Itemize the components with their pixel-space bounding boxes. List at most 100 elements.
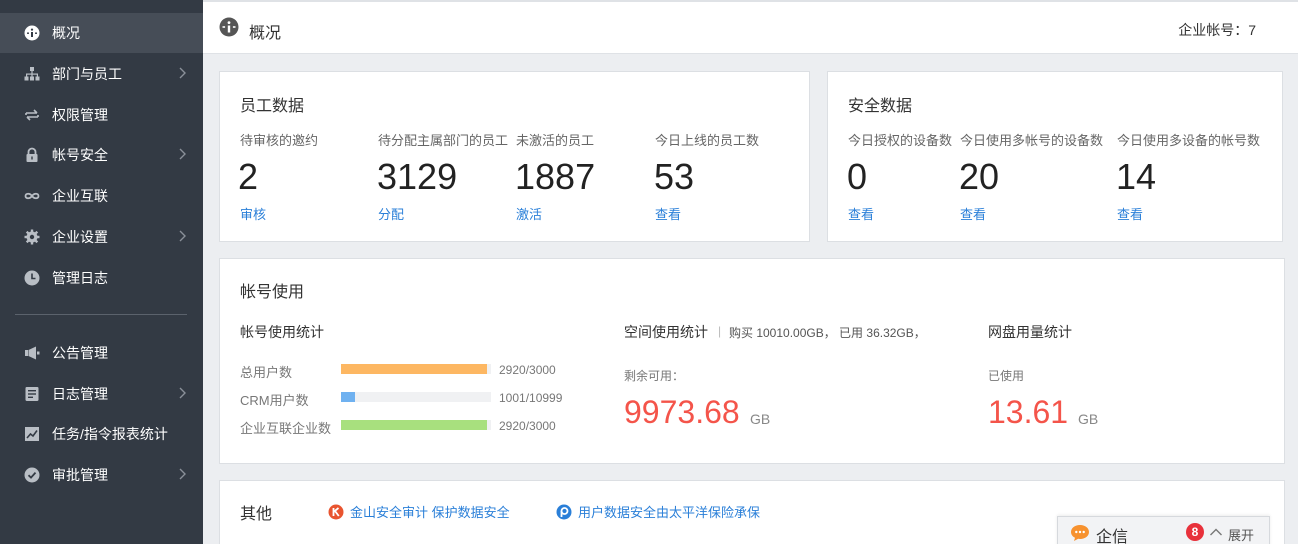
insurance-icon xyxy=(556,504,572,519)
stat-label: 未激活的员工 xyxy=(516,133,595,148)
check-badge-icon xyxy=(24,467,40,483)
page-title: 概况 xyxy=(249,25,282,42)
sidebar-item-enterprise-link[interactable]: 企业互联 xyxy=(0,176,203,216)
expand-button[interactable]: 展开 xyxy=(1228,525,1254,544)
sidebar-item-label: 公告管理 xyxy=(52,345,108,361)
space-stats-title: 空间使用统计 xyxy=(624,324,708,340)
remaining-label: 剩余可用： xyxy=(624,369,685,383)
usage-bar-fill xyxy=(341,392,355,402)
stat-label: 待审核的邀约 xyxy=(240,133,319,148)
account-usage-card: 帐号使用 帐号使用统计 总用户数 2920/3000 CRM用户数 1001/1… xyxy=(219,258,1285,464)
sidebar-divider xyxy=(15,314,187,315)
stat-value: 3129 xyxy=(377,156,458,197)
space-detail: 购买 10010.00GB， 已用 36.32GB， xyxy=(729,326,926,340)
sidebar: 概况 部门与员工 权限管理 帐号安全 企业互联 企业设置 管理日志 公告管理 日… xyxy=(0,0,203,544)
card-title: 安全数据 xyxy=(848,98,913,115)
review-link[interactable]: 审核 xyxy=(240,204,266,223)
bar-count: 2920/3000 xyxy=(499,419,556,433)
enterprise-account: 企业帐号：7 xyxy=(1178,22,1256,38)
chat-widget[interactable]: 企信 8 展开 xyxy=(1057,516,1270,544)
sidebar-item-task-report[interactable]: 任务/指令报表统计 xyxy=(0,414,203,454)
sidebar-item-label: 任务/指令报表统计 xyxy=(52,426,168,442)
chevron-up-icon[interactable] xyxy=(1208,524,1224,540)
chevron-right-icon xyxy=(179,67,186,79)
stat-label: 待分配主属部门的员工 xyxy=(378,133,509,148)
chevron-right-icon xyxy=(179,468,186,480)
stat-value: 20 xyxy=(959,156,1000,197)
bar-count: 2920/3000 xyxy=(499,363,556,377)
assign-link[interactable]: 分配 xyxy=(378,204,404,223)
card-title: 员工数据 xyxy=(240,98,305,115)
sidebar-item-account-security[interactable]: 帐号安全 xyxy=(0,135,203,175)
page-header: 概况 企业帐号：7 xyxy=(203,0,1298,54)
stat-value: 0 xyxy=(847,156,868,197)
clock-icon xyxy=(24,270,40,286)
chat-label: 企信 xyxy=(1096,529,1129,544)
stat-value: 14 xyxy=(1116,156,1157,197)
org-chart-icon xyxy=(24,66,40,82)
sidebar-item-permissions[interactable]: 权限管理 xyxy=(0,95,203,135)
separator: | xyxy=(718,324,722,338)
chat-bubble-icon xyxy=(1071,525,1089,541)
info-icon xyxy=(219,17,239,37)
sidebar-item-label: 管理日志 xyxy=(52,270,108,286)
megaphone-icon xyxy=(24,345,40,361)
lock-icon xyxy=(24,147,40,163)
bar-label: 总用户数 xyxy=(240,365,293,380)
stat-label: 今日上线的员工数 xyxy=(655,133,760,148)
disk-used-unit: GB xyxy=(1078,411,1099,427)
chevron-right-icon xyxy=(179,230,186,242)
view-link[interactable]: 查看 xyxy=(848,204,874,223)
card-title: 其他 xyxy=(240,506,273,523)
usage-bar-fill xyxy=(341,364,487,374)
usage-bar-track xyxy=(341,364,491,374)
insurance-text: 用户数据安全由太平洋保险承保 xyxy=(578,505,761,520)
remaining-value: 9973.68 xyxy=(624,394,740,430)
kingsoft-audit-text: 金山安全审计 保护数据安全 xyxy=(350,505,510,520)
kingsoft-icon xyxy=(328,504,344,519)
view-link[interactable]: 查看 xyxy=(960,204,986,223)
activate-link[interactable]: 激活 xyxy=(516,204,542,223)
bar-label: CRM用户数 xyxy=(240,393,309,408)
stat-value: 2 xyxy=(238,156,259,197)
account-stats-title: 帐号使用统计 xyxy=(240,324,324,340)
card-title: 帐号使用 xyxy=(240,284,305,301)
info-icon xyxy=(24,25,40,41)
sidebar-item-label: 日志管理 xyxy=(52,386,108,402)
document-icon xyxy=(24,386,40,402)
trend-chart-icon xyxy=(24,426,40,442)
link-icon xyxy=(24,188,40,204)
stat-label: 今日使用多帐号的设备数 xyxy=(960,133,1104,148)
sidebar-item-approval[interactable]: 审批管理 xyxy=(0,455,203,495)
sidebar-item-log-management[interactable]: 日志管理 xyxy=(0,374,203,414)
sidebar-item-admin-log[interactable]: 管理日志 xyxy=(0,258,203,298)
bar-count: 1001/10999 xyxy=(499,391,563,405)
sidebar-item-overview[interactable]: 概况 xyxy=(0,13,203,53)
sidebar-item-label: 权限管理 xyxy=(52,107,108,123)
sidebar-item-departments[interactable]: 部门与员工 xyxy=(0,54,203,94)
view-link[interactable]: 查看 xyxy=(655,204,681,223)
stat-label: 今日授权的设备数 xyxy=(848,133,953,148)
usage-bar-fill xyxy=(341,420,487,430)
disk-stats-title: 网盘用量统计 xyxy=(988,324,1072,340)
remaining-unit: GB xyxy=(750,411,771,427)
stat-value: 1887 xyxy=(515,156,596,197)
insurance-link[interactable]: 用户数据安全由太平洋保险承保 xyxy=(556,502,760,521)
bar-label: 企业互联企业数 xyxy=(240,421,332,436)
kingsoft-audit-link[interactable]: 金山安全审计 保护数据安全 xyxy=(328,502,510,521)
sidebar-item-announcements[interactable]: 公告管理 xyxy=(0,333,203,373)
chevron-right-icon xyxy=(179,387,186,399)
usage-bar-track xyxy=(341,392,491,402)
employee-data-card: 员工数据 待审核的邀约 2 审核 待分配主属部门的员工 3129 分配 未激活的… xyxy=(219,71,810,242)
disk-used-value: 13.61 xyxy=(988,394,1069,430)
sidebar-item-label: 部门与员工 xyxy=(52,66,122,82)
usage-bar-track xyxy=(341,420,491,430)
stat-label: 今日使用多设备的帐号数 xyxy=(1117,133,1261,148)
view-link[interactable]: 查看 xyxy=(1117,204,1143,223)
sidebar-item-label: 企业互联 xyxy=(52,188,108,204)
sidebar-item-enterprise-settings[interactable]: 企业设置 xyxy=(0,217,203,257)
sidebar-item-label: 帐号安全 xyxy=(52,147,108,163)
swap-icon xyxy=(24,107,40,123)
sidebar-item-label: 审批管理 xyxy=(52,467,108,483)
sidebar-item-label: 企业设置 xyxy=(52,229,108,245)
